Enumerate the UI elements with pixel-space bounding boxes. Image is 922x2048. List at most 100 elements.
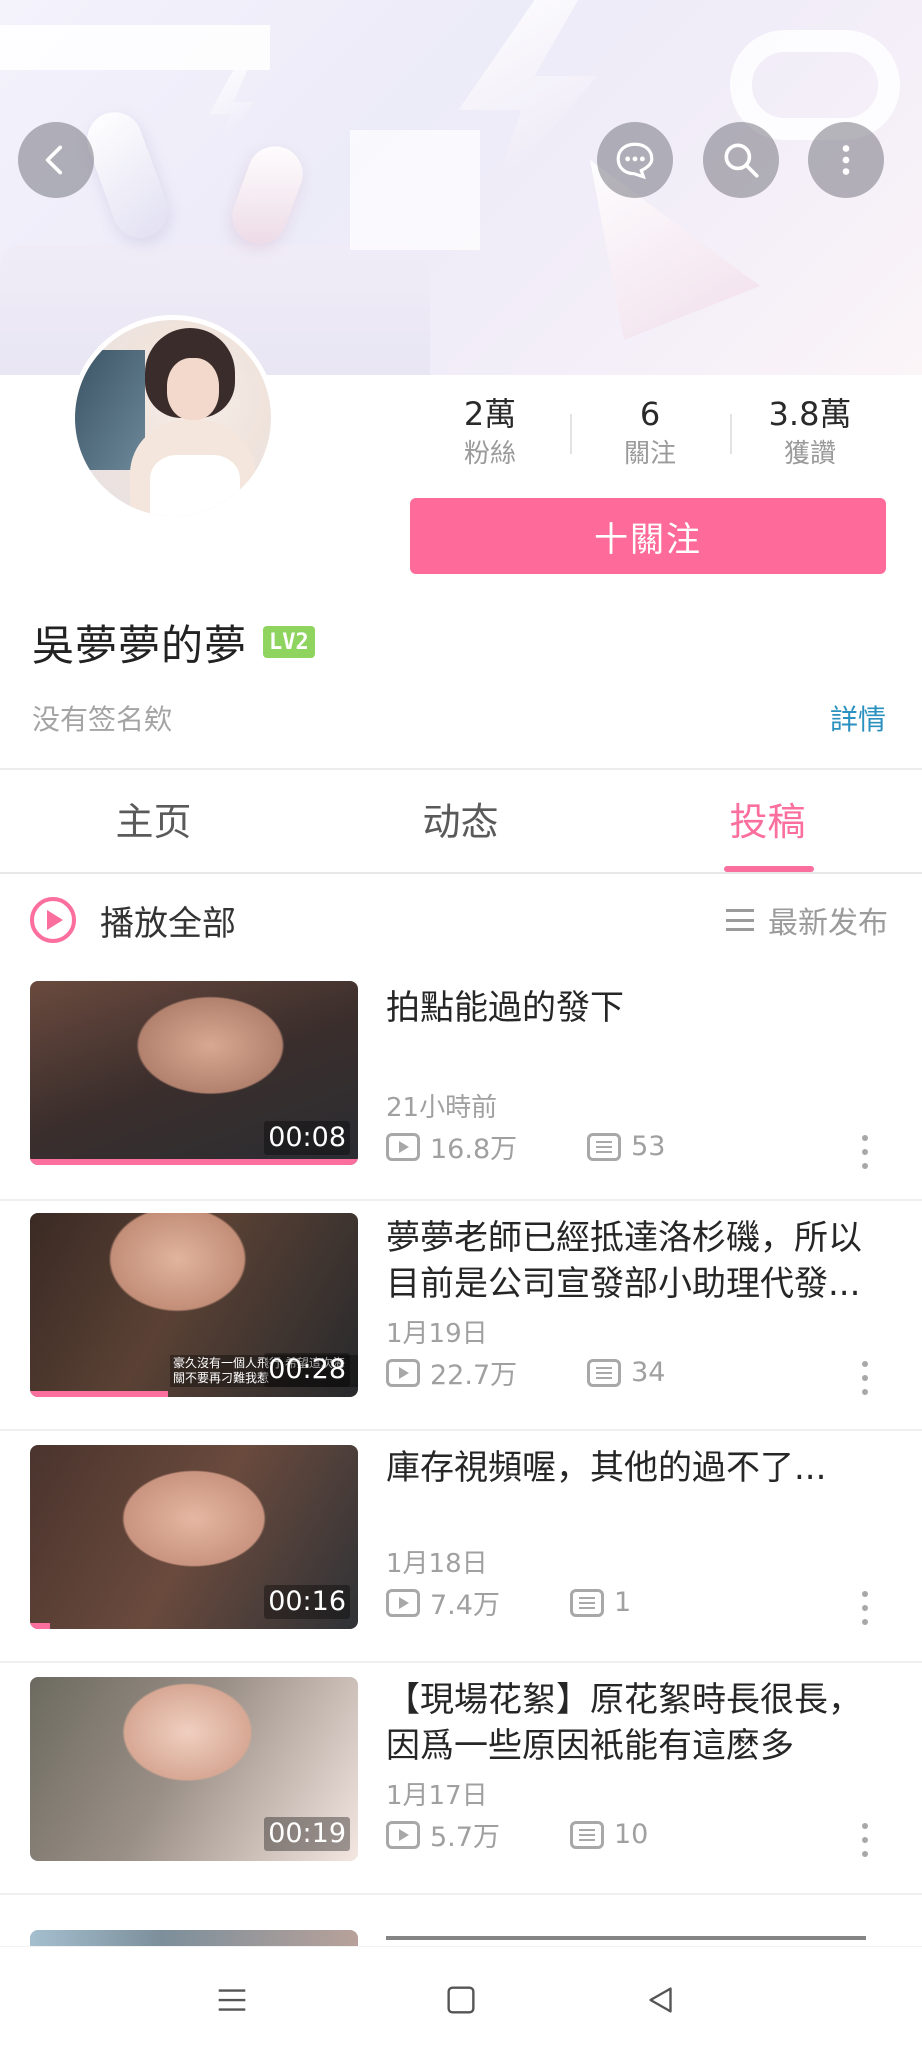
banner-decoration [224, 138, 311, 252]
sort-button[interactable]: 最新发布 [726, 890, 888, 950]
video-duration: 00:28 [264, 1353, 350, 1387]
video-title[interactable]: 拍點能過的發下 [386, 985, 886, 1031]
avatar-detail [167, 358, 219, 420]
watch-progress-bar [30, 1159, 358, 1165]
play-count-icon [386, 1820, 420, 1849]
video-meta: 16.8万 53 [386, 1127, 665, 1166]
video-views: 5.7万 [430, 1822, 500, 1853]
home-square-icon [447, 1986, 475, 2014]
video-views: 7.4万 [430, 1590, 500, 1621]
banner-decoration [350, 130, 480, 250]
stat-label: 關注 [623, 439, 676, 469]
video-meta: 5.7万 10 [386, 1815, 648, 1854]
stat-value: 2萬 [463, 395, 517, 433]
video-list: 00:08 拍點能過的發下 21小時前 16.8万 53 豪久沒有一個人飛行 希… [0, 975, 922, 1895]
video-comments: 53 [631, 1131, 666, 1162]
menu-icon [218, 1989, 246, 2011]
system-nav-bar [0, 1946, 922, 2048]
watch-progress-bar [30, 1391, 168, 1397]
more-vertical-icon [842, 145, 850, 175]
video-title-partial [386, 1928, 886, 1946]
video-views: 16.8万 [430, 1134, 518, 1165]
sort-label: 最新发布 [768, 906, 888, 941]
banner-decoration [0, 25, 270, 70]
banner-decoration [730, 30, 900, 140]
video-duration: 00:16 [264, 1585, 350, 1619]
video-duration: 00:08 [264, 1121, 350, 1155]
comment-icon [587, 1132, 622, 1161]
profile-stats: 2萬 粉絲 6 關注 3.8萬 獲讚 [410, 392, 890, 472]
video-comments: 1 [613, 1587, 632, 1618]
banner-decoration [79, 104, 176, 246]
chat-bubble-icon [616, 142, 654, 180]
profile-name: 吳夢夢的夢 [32, 620, 248, 670]
video-more-icon[interactable] [862, 1135, 872, 1169]
stat-fans[interactable]: 2萬 粉絲 [410, 392, 570, 472]
video-comments: 34 [631, 1357, 666, 1388]
chat-button[interactable] [597, 122, 673, 198]
home-button[interactable] [436, 1975, 486, 2025]
video-thumbnail[interactable]: 00:08 [30, 981, 358, 1165]
video-date: 1月17日 [386, 1781, 488, 1811]
tab-uploads[interactable]: 投稿 [614, 770, 921, 872]
video-more-icon[interactable] [862, 1361, 872, 1395]
system-back-button[interactable] [636, 1975, 686, 2025]
video-title[interactable]: 【現場花絮】原花絮時長很長，因爲一些原因衹能有這麽多 [386, 1677, 886, 1769]
back-arrow-icon [45, 145, 63, 175]
play-circle-icon [30, 897, 76, 943]
details-link[interactable]: 詳情 [830, 698, 886, 738]
comment-icon [587, 1358, 622, 1387]
video-more-icon[interactable] [862, 1591, 872, 1625]
stat-label: 粉絲 [463, 439, 516, 469]
play-count-icon [386, 1588, 420, 1617]
search-icon [724, 143, 759, 178]
profile-banner [0, 0, 922, 375]
video-date: 1月19日 [386, 1319, 488, 1349]
level-badge: LV2 [263, 626, 315, 658]
video-duration: 00:19 [264, 1817, 350, 1851]
stat-value: 3.8萬 [768, 395, 852, 433]
watch-progress-bar [30, 1623, 50, 1629]
more-options-button[interactable] [808, 122, 884, 198]
video-meta: 7.4万 1 [386, 1583, 631, 1622]
video-item[interactable]: 00:19 【現場花絮】原花絮時長很長，因爲一些原因衹能有這麽多 1月17日 5… [0, 1663, 922, 1895]
video-thumbnail[interactable]: 豪久沒有一個人飛行 希望這次海關不要再刁難我惹 00:28 [30, 1213, 358, 1397]
play-count-icon [386, 1358, 420, 1387]
video-title[interactable]: 夢夢老師已經抵達洛杉磯，所以目前是公司宣發部小助理代發... [386, 1215, 886, 1307]
comment-icon [569, 1588, 604, 1617]
video-item[interactable]: 00:08 拍點能過的發下 21小時前 16.8万 53 [0, 975, 922, 1201]
stat-value: 6 [639, 395, 661, 433]
video-comments: 10 [613, 1819, 649, 1850]
video-date: 21小時前 [386, 1093, 498, 1123]
profile-tabs: 主页 动态 投稿 [0, 770, 922, 874]
video-meta: 22.7万 34 [386, 1353, 665, 1392]
avatar[interactable] [70, 315, 276, 521]
avatar-detail [150, 455, 240, 516]
video-date: 1月18日 [386, 1549, 488, 1579]
video-thumbnail-partial[interactable] [30, 1930, 358, 1946]
banner-decoration [209, 70, 255, 150]
back-button[interactable] [18, 122, 94, 198]
profile-signature: 没有签名欸 [32, 703, 173, 736]
back-triangle-icon [649, 1987, 672, 2013]
tab-activity[interactable]: 动态 [307, 770, 614, 872]
stat-following[interactable]: 6 關注 [570, 392, 730, 472]
video-item[interactable]: 豪久沒有一個人飛行 希望這次海關不要再刁難我惹 00:28 夢夢老師已經抵達洛杉… [0, 1201, 922, 1431]
follow-button[interactable]: 十關注 [410, 498, 886, 574]
video-more-icon[interactable] [862, 1823, 872, 1857]
search-button[interactable] [703, 122, 779, 198]
video-views: 22.7万 [430, 1360, 518, 1391]
comment-icon [569, 1820, 604, 1849]
tab-home[interactable]: 主页 [0, 770, 307, 872]
stat-likes[interactable]: 3.8萬 獲讚 [730, 392, 890, 472]
video-item[interactable]: 00:16 庫存視頻喔，其他的過不了... 1月18日 7.4万 1 [0, 1431, 922, 1663]
recent-apps-button[interactable] [207, 1975, 257, 2025]
play-count-icon [386, 1132, 420, 1161]
stat-label: 獲讚 [783, 439, 836, 469]
play-all-button[interactable]: 播放全部 [30, 890, 236, 950]
video-thumbnail[interactable]: 00:16 [30, 1445, 358, 1629]
video-thumbnail[interactable]: 00:19 [30, 1677, 358, 1861]
play-all-label: 播放全部 [100, 903, 236, 944]
list-icon [726, 909, 754, 931]
video-title[interactable]: 庫存視頻喔，其他的過不了... [386, 1445, 886, 1491]
